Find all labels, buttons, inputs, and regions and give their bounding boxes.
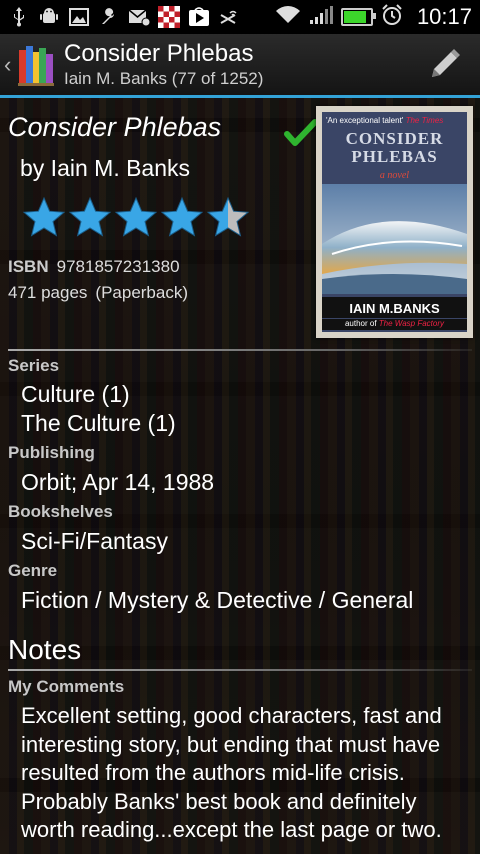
my-comments-label: My Comments: [8, 677, 125, 696]
bookshelves-label: Bookshelves: [8, 502, 113, 521]
notes-divider: [8, 669, 472, 671]
series-label: Series: [8, 356, 60, 375]
book-details[interactable]: Consider Phlebas by Iain M. Banks ISBN 97…: [0, 98, 480, 854]
cover-tagline: a novel: [379, 170, 410, 181]
cover-spaceship-art: [322, 184, 467, 294]
read-check-icon[interactable]: [284, 118, 318, 150]
genre-value: Fiction / Mystery & Detective / General: [21, 587, 414, 613]
app-books-icon[interactable]: [18, 44, 54, 86]
star-icon[interactable]: [68, 196, 112, 238]
isbn-value: 9781857231380: [56, 257, 180, 276]
publishing-value: Orbit; Apr 14, 1988: [21, 469, 215, 495]
android-debug-icon: [38, 6, 60, 28]
signal-icon: [309, 5, 333, 30]
image-icon: [68, 6, 90, 28]
wireless-off-icon: [218, 6, 240, 28]
action-bar-title: Consider Phlebas: [64, 39, 254, 67]
cover-author-of: author of The Wasp Factory: [322, 319, 467, 330]
isbn-label: ISBN: [8, 257, 49, 276]
action-bar-subtitle: Iain M. Banks (77 of 1252): [64, 68, 264, 88]
battery-icon: [340, 8, 376, 26]
pages-row: 471 pages (Paperback): [8, 283, 188, 303]
star-icon[interactable]: [114, 196, 158, 238]
publishing-label: Publishing: [8, 443, 95, 462]
star-icon[interactable]: [160, 196, 204, 238]
action-bar: ‹ Consider Phlebas Iain M. Banks (77 of …: [0, 34, 480, 98]
play-store-icon: [188, 6, 210, 28]
bookshelves-value[interactable]: Sci-Fi/Fantasy: [21, 528, 168, 555]
book-cover[interactable]: 'An exceptional talent' The Times CONSID…: [316, 106, 473, 338]
series-item[interactable]: Culture (1): [21, 381, 130, 408]
book-title: Consider Phlebas: [8, 112, 222, 142]
star-icon[interactable]: [22, 196, 66, 238]
series-item[interactable]: The Culture (1): [21, 410, 176, 437]
checkerboard-app-icon: [158, 6, 180, 28]
page-count: 471 pages: [8, 283, 88, 302]
cover-author: IAIN M.BANKS: [322, 297, 467, 318]
mail-icon: [128, 6, 150, 28]
alarm-icon: [381, 3, 403, 31]
star-icon[interactable]: [206, 196, 250, 238]
my-comments-text: Excellent setting, good characters, fast…: [21, 703, 442, 842]
author-line: by Iain M. Banks: [20, 155, 191, 181]
edit-button[interactable]: [424, 45, 464, 85]
isbn-row: ISBN 9781857231380: [8, 257, 180, 277]
up-caret-icon[interactable]: ‹: [4, 52, 16, 78]
wifi-icon: [275, 5, 301, 30]
divider: [8, 349, 472, 351]
cover-title: CONSIDER PHLEBAS: [345, 129, 444, 166]
cover-quote: 'An exceptional talent' The Times: [326, 116, 444, 125]
genre-label: Genre: [8, 561, 58, 580]
notes-heading: Notes: [8, 634, 82, 665]
clock: 10:17: [416, 4, 472, 29]
pencil-icon: [432, 48, 460, 77]
usb-icon: [8, 6, 30, 28]
wrench-icon: [98, 6, 120, 28]
status-bar: 10:17: [0, 0, 480, 34]
rating-stars[interactable]: [22, 196, 250, 238]
book-format: (Paperback): [95, 283, 189, 302]
